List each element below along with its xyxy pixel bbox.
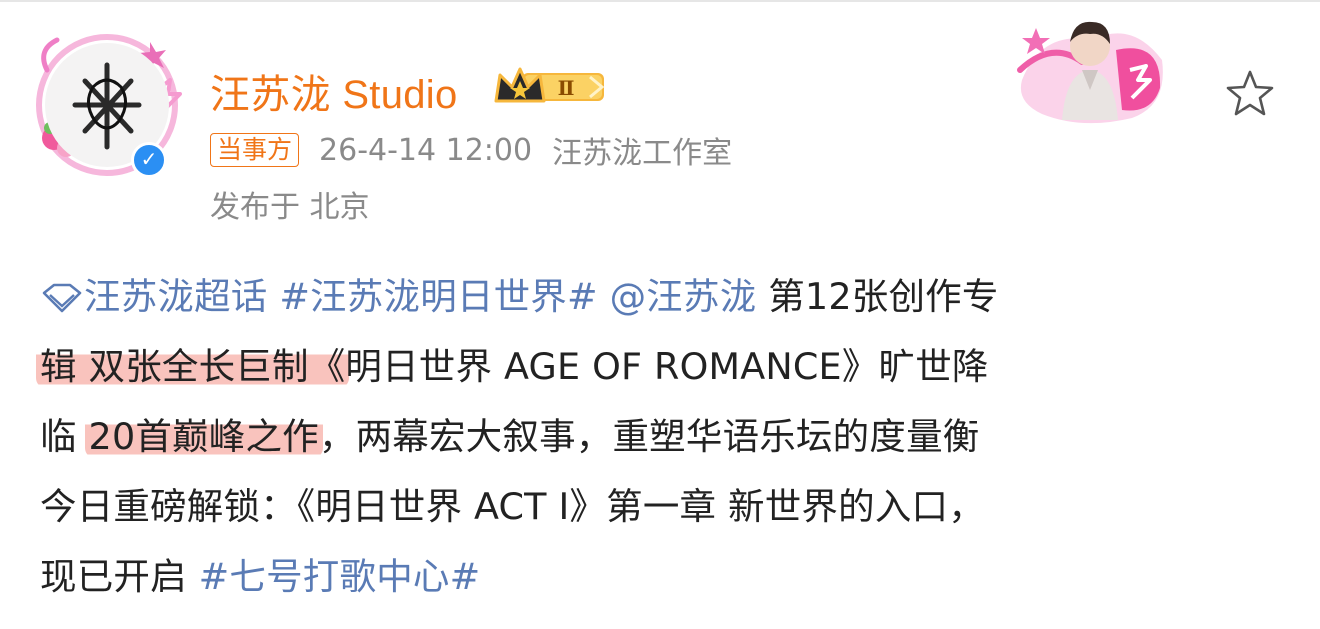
post-text: 临: [40, 415, 89, 458]
hashtag-link[interactable]: #汪苏泷明日世界#: [279, 275, 597, 318]
top-divider: [0, 0, 1320, 2]
meta-row: 当事方 26-4-14 12:00 汪苏泷工作室: [210, 128, 732, 172]
post-source: 汪苏泷工作室: [552, 136, 733, 171]
username[interactable]: 汪苏泷 Studio: [210, 62, 458, 120]
decorative-card-icon: [1017, 21, 1163, 124]
post-line-1: 汪苏泷超话 #汪苏泷明日世界# @汪苏泷 第12张创作专: [40, 262, 1290, 332]
crown-vip-badge-icon[interactable]: Ⅱ: [492, 63, 610, 109]
party-tag: 当事方: [210, 133, 300, 167]
post-timestamp[interactable]: 26-4-14 12:00: [319, 133, 532, 168]
post-text: ，两幕宏大叙事，重塑华语乐坛的度量衡: [318, 415, 980, 458]
mention-link[interactable]: @汪苏泷: [610, 275, 757, 318]
star-outline-icon[interactable]: [1222, 66, 1278, 122]
post-text: 明日世界 AGE OF ROMANCE》旷世降: [345, 345, 989, 388]
post-line-5: 现已开启 #七号打歌中心#: [40, 542, 1290, 612]
post-line-2: 辑 双张全长巨制《明日世界 AGE OF ROMANCE》旷世降: [36, 332, 1290, 402]
super-topic-diamond-icon: [42, 283, 82, 313]
post-line-4: 今日重磅解锁：《明日世界 ACT I》第一章 新世界的入口，: [40, 485, 985, 528]
vip-level-text: Ⅱ: [558, 76, 575, 100]
hashtag-link[interactable]: #七号打歌中心#: [199, 555, 481, 598]
post-body: 汪苏泷超话 #汪苏泷明日世界# @汪苏泷 第12张创作专 辑 双张全长巨制《明日…: [36, 262, 1290, 612]
post-location: 发布于 北京: [210, 190, 370, 225]
supertopic-link[interactable]: 汪苏泷超话: [84, 275, 268, 318]
highlighted-text: 辑 双张全长巨制《: [36, 345, 350, 388]
post-line-3: 临 20首巅峰之作，两幕宏大叙事，重塑华语乐坛的度量衡: [40, 402, 1290, 472]
post-text: 第12张创作专: [756, 275, 999, 318]
highlighted-text: 20首巅峰之作: [84, 415, 323, 458]
post-text: 现已开启: [40, 555, 199, 598]
avatar[interactable]: ✓: [32, 30, 182, 180]
verified-badge-icon: ✓: [131, 142, 167, 178]
